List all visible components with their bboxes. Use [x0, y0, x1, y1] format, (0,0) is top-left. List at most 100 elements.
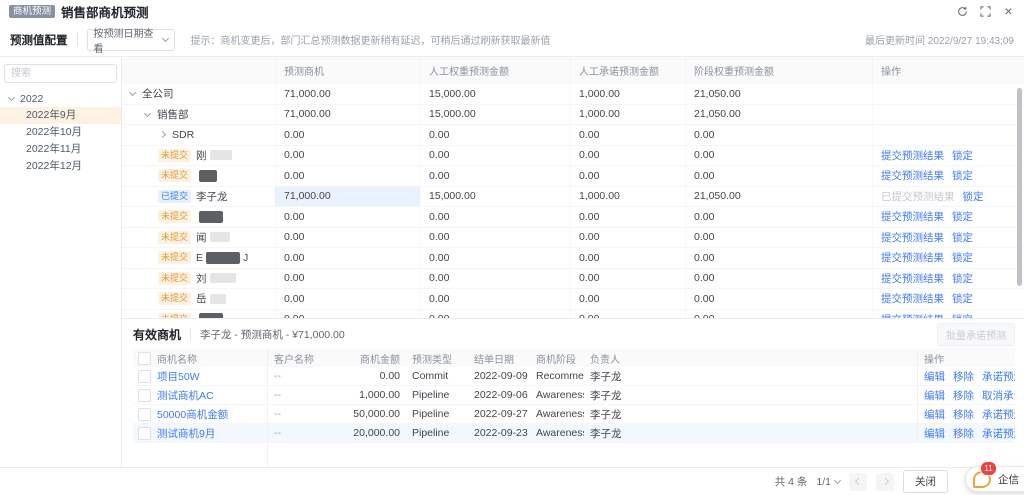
forecast-value-cell: 15,000.00: [420, 187, 570, 207]
edit-link[interactable]: 编辑: [924, 388, 945, 403]
lock-link[interactable]: 锁定: [952, 291, 973, 306]
member-name-cell: 未提交: [122, 207, 275, 227]
notification-badge: 11: [980, 461, 997, 476]
commit-toggle-link[interactable]: 承诺预测: [982, 426, 1015, 441]
owner-cell: 李子龙: [584, 367, 917, 385]
remove-link[interactable]: 移除: [953, 369, 974, 384]
lock-link[interactable]: 锁定: [952, 230, 973, 245]
row-checkbox[interactable]: [138, 427, 151, 440]
detail-header: 有效商机 李子龙 - 预测商机 - ¥71,000.00 批量承诺预测: [133, 319, 1015, 349]
lock-link[interactable]: 锁定: [952, 168, 973, 183]
remove-link[interactable]: 移除: [953, 407, 974, 422]
forecast-value-cell: 1,000.00: [570, 84, 685, 104]
commit-toggle-link[interactable]: 取消承诺: [982, 388, 1015, 403]
detail-table-empty-area: [133, 443, 1015, 467]
member-row: 未提交0.000.000.000.00提交预测结果锁定: [122, 310, 1024, 319]
close-date-cell: 2022-09-09: [468, 367, 530, 385]
checkbox-cell: [133, 386, 155, 404]
dept-name: 全公司: [142, 86, 174, 101]
forecast-value-cell: 0.00: [420, 166, 570, 186]
amount-cell: 50,000.00: [348, 405, 406, 423]
lock-link[interactable]: 锁定: [952, 148, 973, 163]
member-name-cell: 未提交岳: [122, 289, 275, 309]
forecast-value-cell: 15,000.00: [420, 105, 570, 125]
opportunity-link[interactable]: 50000商机金额: [157, 407, 228, 422]
lock-link[interactable]: 锁定: [952, 209, 973, 224]
chevron-down-icon[interactable]: [129, 89, 136, 96]
column-header: 预测商机: [275, 57, 420, 84]
expand-icon[interactable]: [979, 5, 992, 18]
row-actions-cell: [872, 105, 1024, 125]
forecast-value-cell: 0.00: [570, 125, 685, 145]
forecast-value-cell: 0.00: [685, 228, 872, 248]
submit-forecast-link[interactable]: 提交预测结果: [881, 250, 944, 265]
scrollbar[interactable]: [1017, 88, 1022, 286]
forecast-value-cell: 0.00: [570, 166, 685, 186]
search-input[interactable]: [4, 64, 117, 83]
close-panel-button[interactable]: 关闭: [903, 470, 948, 493]
lock-link[interactable]: 锁定: [952, 250, 973, 265]
row-checkbox[interactable]: [138, 370, 151, 383]
status-badge: 已提交: [158, 190, 191, 203]
next-page-button[interactable]: [876, 473, 894, 491]
owner-cell: 李子龙: [584, 405, 917, 423]
batch-commit-button[interactable]: 批量承诺预测: [937, 323, 1015, 346]
view-mode-select[interactable]: 按预测日期查看: [87, 29, 175, 51]
tree-node-year[interactable]: 2022: [4, 90, 117, 107]
status-badge: 未提交: [158, 272, 191, 285]
chevron-right-icon[interactable]: [159, 131, 166, 138]
submit-forecast-link[interactable]: 提交预测结果: [881, 168, 944, 183]
row-actions-cell: 提交预测结果锁定: [872, 228, 1024, 248]
chevron-left-icon: [854, 478, 861, 485]
prev-page-button[interactable]: [849, 473, 867, 491]
valid-opportunities-section: 有效商机 李子龙 - 预测商机 - ¥71,000.00 批量承诺预测 商机名称…: [122, 318, 1024, 467]
close-date-cell: 2022-09-23: [468, 424, 530, 442]
refresh-icon[interactable]: [956, 5, 969, 18]
member-row: 未提交EJ0.000.000.000.00提交预测结果锁定: [122, 248, 1024, 269]
wecom-float-widget[interactable]: 11 企信: [965, 466, 1024, 492]
close-icon[interactable]: ×: [1002, 5, 1015, 18]
submit-forecast-link[interactable]: 提交预测结果: [881, 271, 944, 286]
status-badge: 未提交: [158, 251, 191, 264]
commit-toggle-link[interactable]: 承诺预测: [982, 369, 1015, 384]
submit-forecast-link[interactable]: 提交预测结果: [881, 291, 944, 306]
select-all-cell: [133, 349, 155, 367]
tree-node-month[interactable]: 2022年10月: [0, 124, 121, 141]
opportunity-link[interactable]: 项目50W: [157, 369, 200, 384]
tree-node-month[interactable]: 2022年11月: [0, 141, 121, 158]
checkbox-cell: [133, 367, 155, 385]
row-actions-cell: [872, 125, 1024, 145]
forecast-value-cell: 15,000.00: [420, 84, 570, 104]
customer-cell: --: [268, 405, 348, 423]
amount-cell: 0.00: [348, 367, 406, 385]
forecast-value-cell: 0.00: [570, 228, 685, 248]
commit-toggle-link[interactable]: 承诺预测: [982, 407, 1015, 422]
submit-forecast-link[interactable]: 提交预测结果: [881, 230, 944, 245]
member-name: 岳: [196, 291, 207, 306]
submit-forecast-link: 已提交预测结果: [881, 189, 955, 204]
row-actions-cell: 编辑移除承诺预测: [917, 367, 1015, 385]
edit-link[interactable]: 编辑: [924, 369, 945, 384]
submit-forecast-link[interactable]: 提交预测结果: [881, 148, 944, 163]
select-all-checkbox[interactable]: [138, 352, 151, 365]
edit-link[interactable]: 编辑: [924, 407, 945, 422]
forecast-value-cell: 0.00: [420, 269, 570, 289]
tree-node-month[interactable]: 2022年9月: [0, 107, 121, 124]
lock-link[interactable]: 锁定: [963, 189, 984, 204]
row-actions-cell: 已提交预测结果锁定: [872, 187, 1024, 207]
opportunity-name-cell: 项目50W: [155, 367, 268, 385]
edit-link[interactable]: 编辑: [924, 426, 945, 441]
remove-link[interactable]: 移除: [953, 388, 974, 403]
page-select[interactable]: 1/1: [816, 476, 840, 488]
row-checkbox[interactable]: [138, 408, 151, 421]
divider: [190, 328, 191, 341]
submit-forecast-link[interactable]: 提交预测结果: [881, 209, 944, 224]
tree-node-month[interactable]: 2022年12月: [0, 158, 121, 175]
row-checkbox[interactable]: [138, 389, 151, 402]
member-name: J: [243, 252, 248, 264]
chevron-down-icon[interactable]: [144, 110, 151, 117]
opportunity-link[interactable]: 测试商机9月: [157, 426, 215, 441]
opportunity-link[interactable]: 测试商机AC: [157, 388, 214, 403]
lock-link[interactable]: 锁定: [952, 271, 973, 286]
remove-link[interactable]: 移除: [953, 426, 974, 441]
